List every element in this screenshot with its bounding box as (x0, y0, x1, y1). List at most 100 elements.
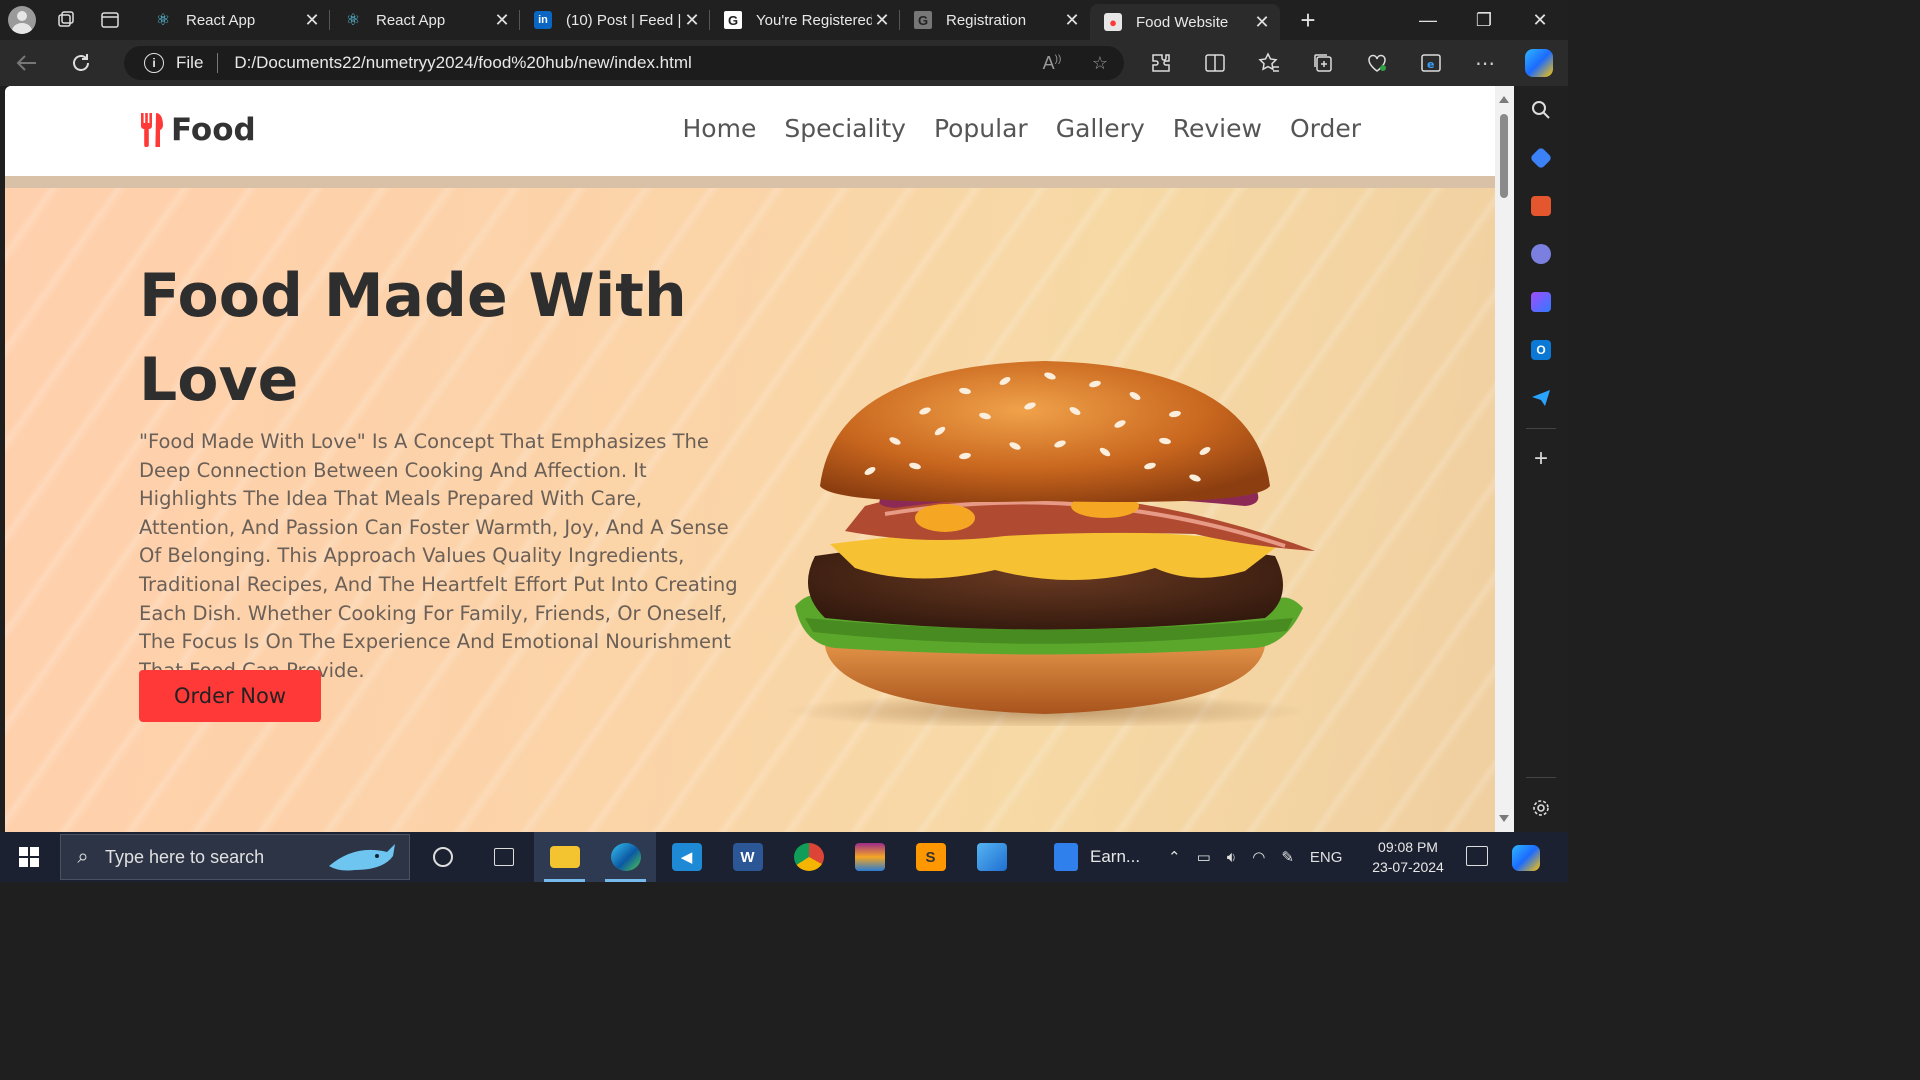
photos-icon (976, 843, 1007, 871)
taskbar-word[interactable]: W (717, 832, 778, 882)
taskbar-task-view[interactable] (473, 832, 534, 882)
address-bar[interactable]: i File D:/Documents22/numetryy2024/food%… (124, 46, 1124, 80)
taskbar-file-explorer[interactable] (534, 832, 595, 882)
sidebar-divider (1526, 428, 1556, 429)
nav-speciality[interactable]: Speciality (784, 114, 906, 143)
chrome-icon (793, 843, 824, 871)
minimize-button[interactable]: — (1400, 0, 1456, 40)
browser-essentials-button[interactable] (1350, 40, 1404, 86)
main-nav: Home Speciality Popular Gallery Review O… (683, 114, 1362, 143)
close-window-button[interactable]: ✕ (1512, 0, 1568, 40)
profile-button[interactable] (0, 0, 44, 40)
sidebar-add-button[interactable]: + (1514, 435, 1568, 483)
react-icon: ⚛ (345, 12, 361, 29)
close-tab-icon[interactable]: ✕ (872, 10, 892, 31)
scroll-up-arrow-icon[interactable] (1499, 96, 1509, 103)
volume-icon[interactable]: 🔉︎ (1227, 849, 1236, 866)
gear-icon (1533, 800, 1549, 816)
ie-mode-button[interactable]: e (1404, 40, 1458, 86)
restore-button[interactable]: ❐ (1456, 0, 1512, 40)
dolphin-icon (329, 844, 395, 871)
site-logo[interactable]: Food (139, 112, 256, 148)
nav-review[interactable]: Review (1173, 114, 1262, 143)
send-icon (1532, 390, 1550, 406)
tab-actions-button[interactable] (88, 0, 132, 40)
clock-time: 09:08 PM (1378, 839, 1438, 855)
extensions-button[interactable] (1134, 40, 1188, 86)
g-icon: G (914, 11, 932, 29)
browser-tab-active[interactable]: ● Food Website ✕ (1090, 4, 1280, 40)
taskbar-photos[interactable] (961, 832, 1022, 882)
url-text[interactable]: D:/Documents22/numetryy2024/food%20hub/n… (234, 53, 1028, 73)
nav-popular[interactable]: Popular (934, 114, 1028, 143)
hero-top-band (5, 176, 1495, 188)
cortana-icon (432, 847, 453, 867)
taskbar-vscode[interactable]: ◀ (656, 832, 717, 882)
copilot-button[interactable] (1512, 40, 1566, 86)
taskbar-running-app[interactable]: Earn... (1040, 832, 1140, 882)
nav-home[interactable]: Home (683, 114, 757, 143)
pen-icon[interactable]: ✎ (1281, 848, 1294, 866)
taskbar-edge[interactable] (595, 832, 656, 882)
language-indicator[interactable]: ENG (1310, 849, 1343, 866)
back-button[interactable] (0, 40, 54, 86)
sidebar-tools-button[interactable] (1514, 182, 1568, 230)
running-app-label: Earn... (1090, 847, 1141, 866)
search-icon: ⌕ (77, 845, 89, 868)
close-tab-icon[interactable]: ✕ (302, 10, 322, 31)
split-screen-button[interactable] (1188, 40, 1242, 86)
copilot-icon (1525, 49, 1553, 77)
chess-icon (1531, 244, 1551, 264)
address-divider (217, 53, 219, 73)
browser-toolbar: i File D:/Documents22/numetryy2024/food%… (0, 40, 1568, 86)
favorite-star-icon[interactable]: ☆ (1076, 53, 1124, 74)
sidebar-games-button[interactable] (1514, 230, 1568, 278)
taskbar-winrar[interactable] (839, 832, 900, 882)
scroll-down-arrow-icon[interactable] (1499, 815, 1509, 822)
sidebar-shopping-button[interactable] (1514, 134, 1568, 182)
browser-tab[interactable]: ⚛ React App ✕ (140, 0, 330, 40)
close-tab-icon[interactable]: ✕ (1062, 10, 1082, 31)
refresh-button[interactable] (54, 40, 108, 86)
sidebar-copilot-button[interactable] (1514, 278, 1568, 326)
start-button[interactable] (0, 832, 58, 882)
edge-sidebar: O + (1514, 86, 1568, 832)
close-tab-icon[interactable]: ✕ (1252, 12, 1272, 33)
tab-title: Food Website (1136, 13, 1229, 31)
sidebar-search-button[interactable] (1514, 86, 1568, 134)
close-tab-icon[interactable]: ✕ (682, 10, 702, 31)
taskbar-sublime[interactable]: S (900, 832, 961, 882)
show-hidden-icons-icon[interactable]: ⌃ (1168, 848, 1181, 866)
browser-tab[interactable]: G Registration ✕ (900, 0, 1090, 40)
sidebar-outlook-button[interactable]: O (1514, 326, 1568, 374)
sidebar-settings-button[interactable] (1514, 784, 1568, 832)
new-tab-button[interactable]: + (1288, 5, 1328, 36)
taskbar-chrome[interactable] (778, 832, 839, 882)
close-tab-icon[interactable]: ✕ (492, 10, 512, 31)
taskbar-clock[interactable]: 09:08 PM 23-07-2024 (1360, 837, 1456, 877)
nav-order[interactable]: Order (1290, 114, 1361, 143)
search-icon (1532, 101, 1550, 119)
nav-gallery[interactable]: Gallery (1056, 114, 1145, 143)
browser-tab[interactable]: ⚛ React App ✕ (330, 0, 520, 40)
taskbar-cortana[interactable] (412, 832, 473, 882)
browser-tab[interactable]: G You're Registered ✕ (710, 0, 900, 40)
collections-button[interactable] (1296, 40, 1350, 86)
settings-more-button[interactable]: ⋯ (1458, 40, 1512, 86)
favorites-button[interactable] (1242, 40, 1296, 86)
battery-icon[interactable]: ▭ (1197, 848, 1211, 866)
page-scrollbar[interactable] (1495, 86, 1514, 832)
order-now-button[interactable]: Order Now (139, 670, 321, 722)
heart-pulse-icon (1368, 54, 1386, 72)
browser-tab[interactable]: in (10) Post | Feed | ✕ (520, 0, 710, 40)
split-screen-icon (1205, 54, 1225, 72)
sidebar-drop-button[interactable] (1514, 374, 1568, 422)
read-aloud-icon[interactable]: A)) (1028, 53, 1076, 74)
copilot-taskbar-icon[interactable] (1512, 845, 1540, 871)
scroll-thumb[interactable] (1500, 114, 1508, 198)
wifi-icon[interactable]: ◠ (1252, 848, 1265, 866)
notification-icon[interactable] (1466, 846, 1488, 866)
workspaces-button[interactable] (44, 0, 88, 40)
site-info-icon[interactable]: i (144, 53, 164, 73)
taskbar-search[interactable]: ⌕ Type here to search (60, 834, 410, 880)
